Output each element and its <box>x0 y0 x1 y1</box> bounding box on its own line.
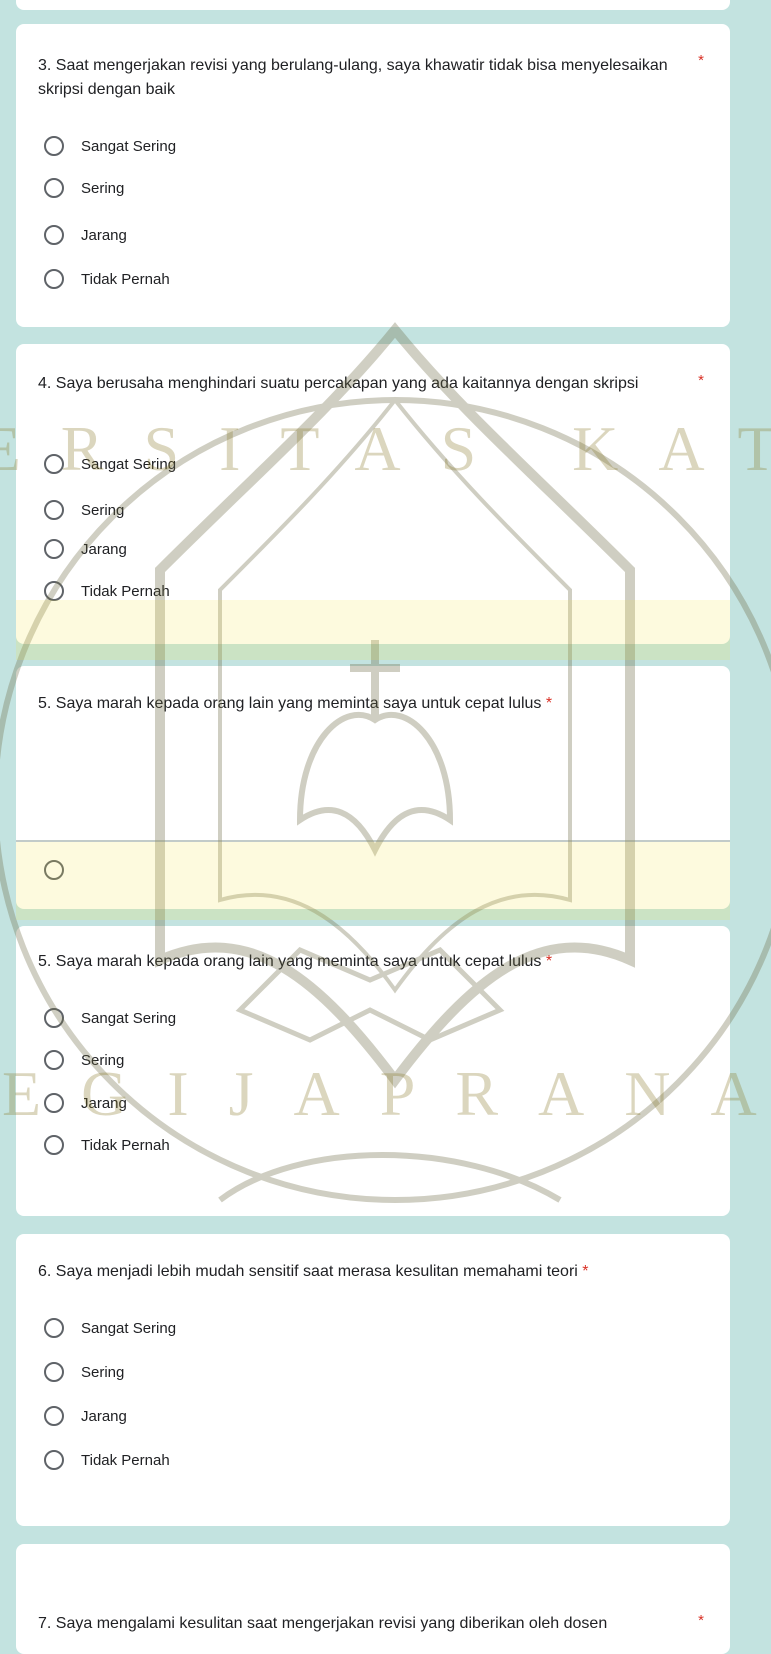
option-sangat-sering[interactable]: Sangat Sering <box>44 1316 176 1340</box>
option-sering[interactable]: Sering <box>44 498 124 522</box>
option-tidak-pernah[interactable]: Tidak Pernah <box>44 579 170 603</box>
option-sangat-sering[interactable]: Sangat Sering <box>44 452 176 476</box>
radio-icon[interactable] <box>44 1362 64 1382</box>
radio-icon[interactable] <box>44 1008 64 1028</box>
option-sering[interactable]: Sering <box>44 1048 124 1072</box>
radio-icon[interactable] <box>44 1406 64 1426</box>
required-asterisk: * <box>698 372 704 389</box>
radio-icon[interactable] <box>44 860 64 880</box>
required-asterisk: * <box>545 695 553 712</box>
option-tidak-pernah[interactable]: Tidak Pernah <box>44 1448 170 1472</box>
question-card-3: 3. Saat mengerjakan revisi yang berulang… <box>16 24 730 327</box>
option-tidak-pernah[interactable]: Tidak Pernah <box>44 1133 170 1157</box>
question-card-7: 7. Saya mengalami kesulitan saat mengerj… <box>16 1544 730 1654</box>
option-jarang[interactable]: Jarang <box>44 223 127 247</box>
option-tidak-pernah[interactable]: Tidak Pernah <box>44 267 170 291</box>
radio-icon[interactable] <box>44 1135 64 1155</box>
radio-icon[interactable] <box>44 581 64 601</box>
required-asterisk: * <box>582 1263 589 1280</box>
question-title: 7. Saya mengalami kesulitan saat mengerj… <box>38 1615 608 1632</box>
question-card-4: 4. Saya berusaha menghindari suatu perca… <box>16 344 730 644</box>
radio-icon[interactable] <box>44 269 64 289</box>
option-jarang[interactable]: Jarang <box>44 1404 127 1428</box>
required-asterisk: * <box>698 52 704 69</box>
required-asterisk: * <box>698 1612 704 1629</box>
question-card-5: 5. Saya marah kepada orang lain yang mem… <box>16 926 730 1216</box>
option-sangat-sering[interactable]: Sangat Sering <box>44 134 176 158</box>
option-sering[interactable]: Sering <box>44 1360 124 1384</box>
radio-icon[interactable] <box>44 500 64 520</box>
option-sangat-sering[interactable]: Sangat Sering <box>44 1006 176 1030</box>
question-title: 5. Saya marah kepada orang lain yang mem… <box>38 695 553 712</box>
question-title: 6. Saya menjadi lebih mudah sensitif saa… <box>38 1263 589 1280</box>
question-card-6: 6. Saya menjadi lebih mudah sensitif saa… <box>16 1234 730 1526</box>
card-previous <box>16 0 730 10</box>
option-tidak-pernah[interactable] <box>44 858 81 882</box>
radio-icon[interactable] <box>44 178 64 198</box>
radio-icon[interactable] <box>44 225 64 245</box>
radio-icon[interactable] <box>44 1093 64 1113</box>
radio-icon[interactable] <box>44 136 64 156</box>
radio-icon[interactable] <box>44 1050 64 1070</box>
question-title: 4. Saya berusaha menghindari suatu perca… <box>38 375 639 392</box>
option-sering[interactable]: Sering <box>44 176 124 200</box>
radio-icon[interactable] <box>44 454 64 474</box>
divider <box>16 840 730 842</box>
question-title: 5. Saya marah kepada orang lain yang mem… <box>38 953 553 970</box>
radio-icon[interactable] <box>44 539 64 559</box>
question-card-5-partial: 5. Saya marah kepada orang lain yang mem… <box>16 666 730 909</box>
required-asterisk: * <box>545 953 553 970</box>
radio-icon[interactable] <box>44 1450 64 1470</box>
radio-icon[interactable] <box>44 1318 64 1338</box>
option-jarang[interactable]: Jarang <box>44 537 127 561</box>
question-title: 3. Saat mengerjakan revisi yang berulang… <box>38 57 668 98</box>
option-jarang[interactable]: Jarang <box>44 1091 127 1115</box>
